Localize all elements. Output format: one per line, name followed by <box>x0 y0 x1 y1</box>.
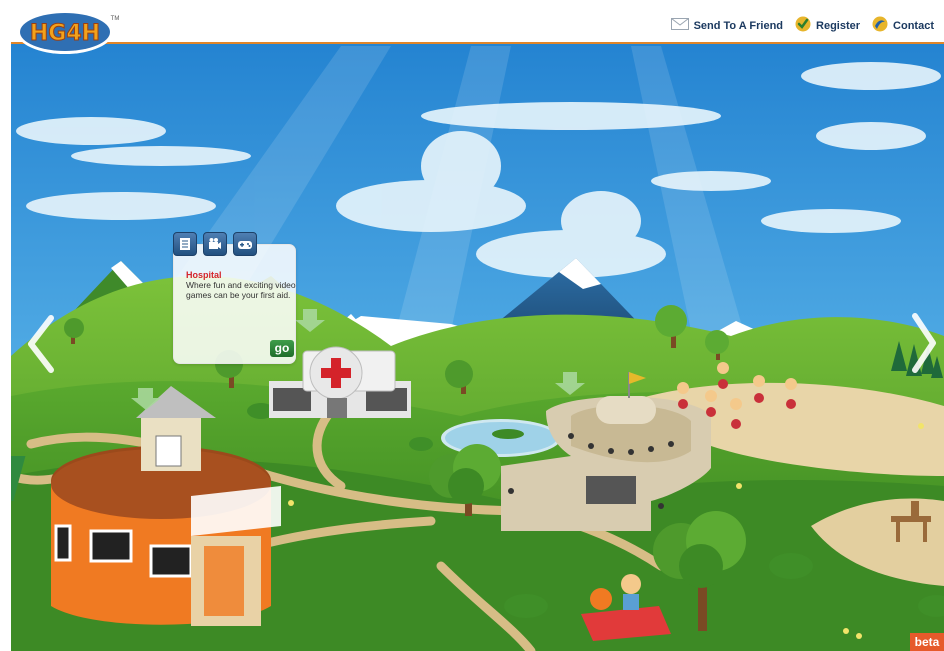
popup-mode-icons <box>173 232 257 256</box>
send-to-friend-label: Send To A Friend <box>693 19 784 32</box>
game-world-frame: Send To A Friend Register Contact HG4H T… <box>11 6 944 651</box>
beta-badge: beta <box>910 633 944 651</box>
document-icon[interactable] <box>173 232 197 256</box>
hg4h-logo[interactable]: HG4H TM <box>15 8 125 61</box>
contact-label: Contact <box>893 19 934 32</box>
register-label: Register <box>816 19 861 32</box>
popup-title: Hospital <box>186 270 222 280</box>
header-nav: Send To A Friend Register Contact <box>670 16 934 35</box>
contact-link[interactable]: Contact <box>872 16 934 35</box>
gamepad-icon[interactable] <box>233 232 257 256</box>
logo-trademark: TM <box>111 16 120 22</box>
scroll-left-arrow[interactable] <box>23 314 59 374</box>
checkmark-badge-icon <box>795 16 811 35</box>
logo-text: HG4H <box>30 21 100 46</box>
send-to-friend-link[interactable]: Send To A Friend <box>670 18 784 33</box>
video-icon[interactable] <box>203 232 227 256</box>
top-header-bar: Send To A Friend Register Contact <box>11 6 944 44</box>
envelope-icon <box>670 18 689 33</box>
go-button[interactable]: go <box>270 340 294 357</box>
world-scene <box>11 6 944 651</box>
scroll-right-arrow[interactable] <box>909 312 939 374</box>
contact-globe-icon <box>872 16 888 35</box>
register-link[interactable]: Register <box>795 16 860 35</box>
popup-description: Where fun and exciting video games can b… <box>186 280 296 300</box>
